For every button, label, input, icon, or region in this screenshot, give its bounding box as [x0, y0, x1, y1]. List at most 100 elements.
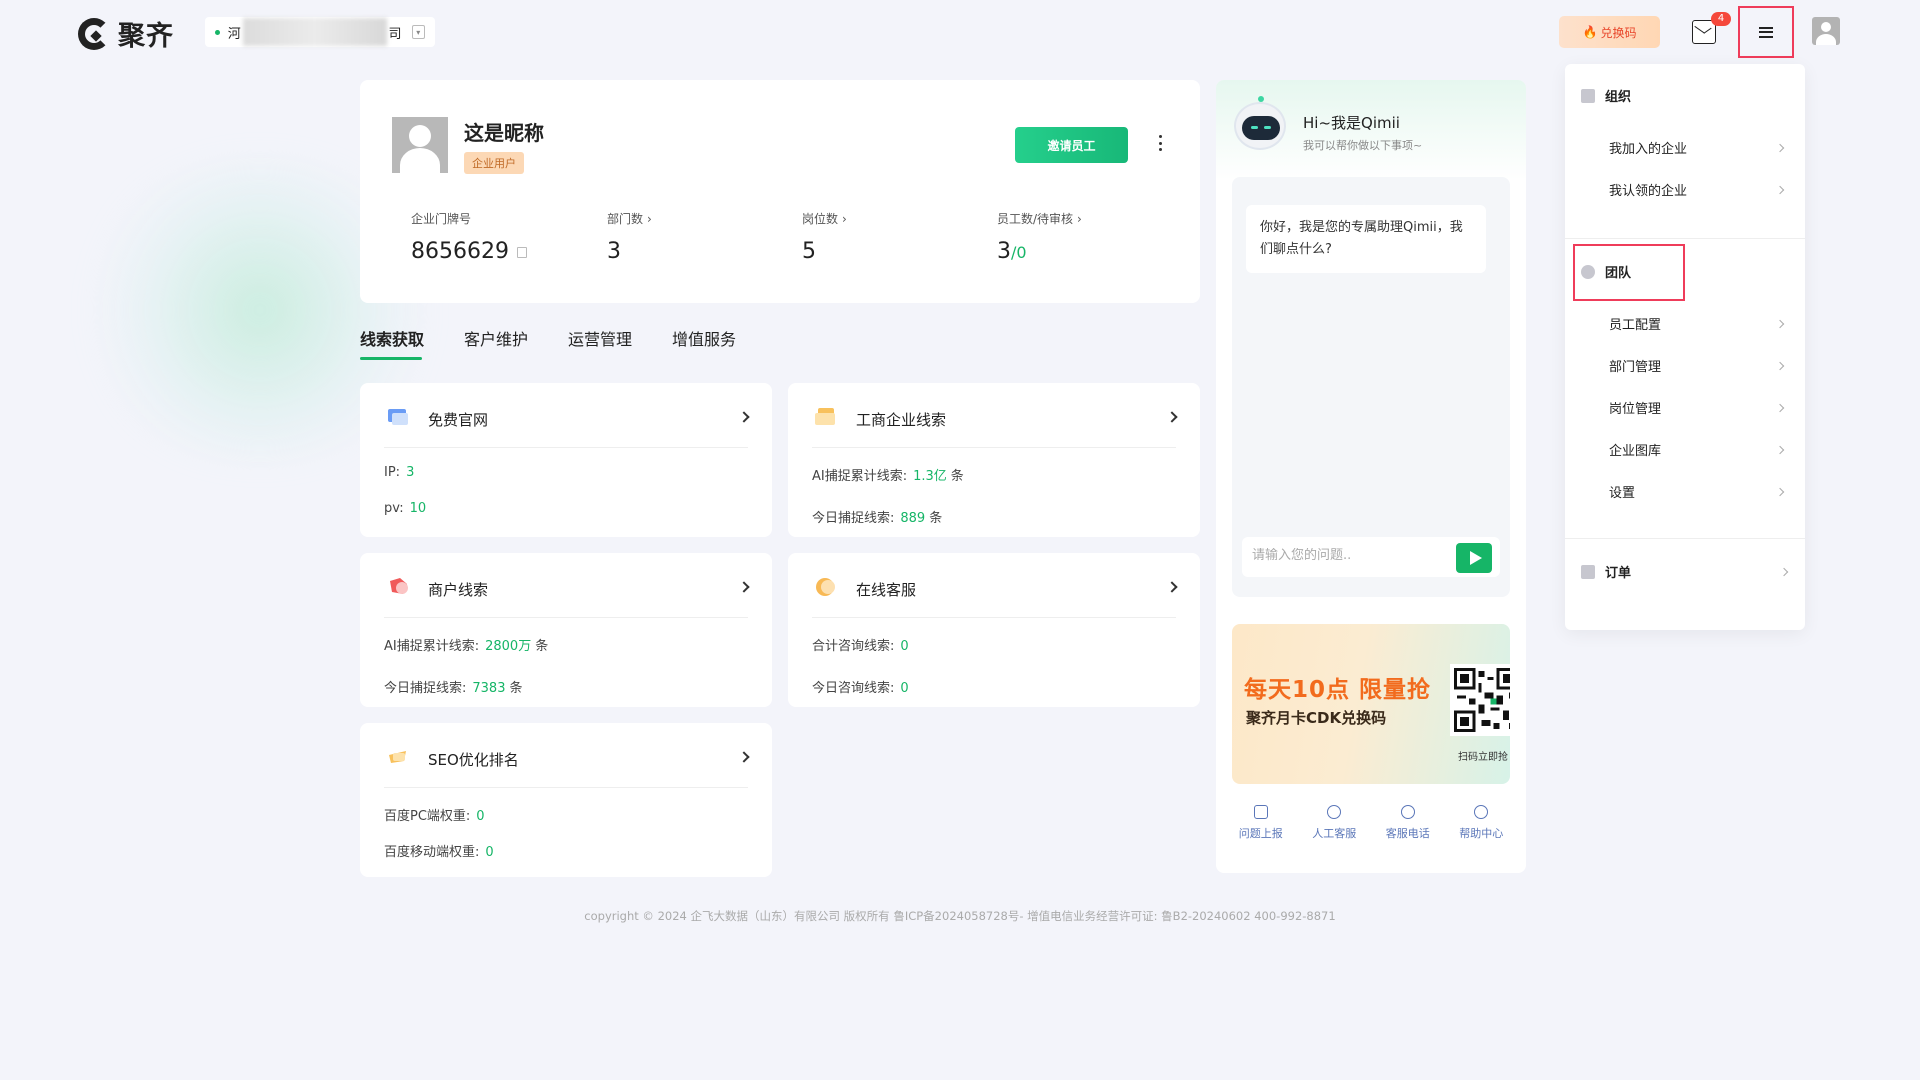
- chevron-right-icon: [738, 751, 750, 763]
- chevron-right-icon: [1775, 445, 1785, 454]
- chat-input[interactable]: [1252, 548, 1452, 563]
- flag-icon: [1581, 88, 1595, 103]
- help-links: 问题上报 人工客服 客服电话 帮助中心: [1216, 805, 1526, 841]
- feature-card-online-service[interactable]: 在线客服 合计咨询线索: 0 今日咨询线索: 0: [788, 553, 1200, 707]
- promo-banner[interactable]: 每天10点 限量抢 聚齐月卡CDK兑换码 扫码立即抢: [1232, 624, 1510, 784]
- website-icon: [386, 405, 410, 429]
- assistant-message: 你好，我是您的专属助理Qimii，我们聊点什么?: [1246, 205, 1486, 273]
- divider: [1565, 238, 1805, 239]
- feature-tabs: 线索获取 客户维护 运营管理 增值服务: [360, 326, 736, 360]
- feature-row: 百度移动端权重: 0: [384, 845, 494, 860]
- main-menu-dropdown: 组织 我加入的企业 我认领的企业 团队 员工配置 部门管理 岗位管理 企业图库 …: [1565, 64, 1805, 630]
- feature-card-seo[interactable]: SEO优化排名 百度PC端权重: 0 百度移动端权重: 0: [360, 723, 772, 877]
- user-avatar[interactable]: [1812, 17, 1840, 45]
- feature-title: 工商企业线索: [856, 411, 947, 429]
- tab-value-added[interactable]: 增值服务: [672, 326, 736, 360]
- menu-item-position[interactable]: 岗位管理: [1609, 398, 1785, 417]
- chevron-down-icon: ▾: [411, 25, 426, 39]
- more-options-icon[interactable]: [1155, 133, 1165, 153]
- feature-card-website[interactable]: 免费官网 IP: 3 pv: 10: [360, 383, 772, 537]
- feature-row: IP: 3: [384, 465, 415, 480]
- seo-icon: [386, 745, 410, 769]
- chevron-right-icon: [1166, 411, 1178, 423]
- phone-icon: [1400, 805, 1415, 819]
- headset-icon: [1327, 805, 1342, 819]
- chevron-right-icon: [738, 411, 750, 423]
- profile-tag: 企业用户: [464, 152, 524, 174]
- hamburger-icon: [1759, 26, 1773, 38]
- chevron-right-icon: [1779, 567, 1789, 576]
- send-button[interactable]: [1456, 543, 1492, 573]
- logo[interactable]: 聚齐: [78, 14, 174, 53]
- mail-badge: 4: [1711, 12, 1731, 26]
- menu-item-orders[interactable]: 订单: [1581, 562, 1789, 581]
- company-selector[interactable]: 河 司 ▾: [205, 17, 435, 47]
- feature-row: pv: 10: [384, 501, 427, 516]
- stat-departments[interactable]: 部门数 › 3: [607, 210, 652, 265]
- menu-item-joined-companies[interactable]: 我加入的企业: [1609, 138, 1785, 157]
- feature-title: SEO优化排名: [428, 751, 519, 769]
- divider: [384, 787, 748, 788]
- tab-operations[interactable]: 运营管理: [568, 326, 632, 360]
- menu-section-team: 团队: [1581, 262, 1631, 281]
- stat-value: 3: [607, 239, 621, 264]
- menu-item-claimed-companies[interactable]: 我认领的企业: [1609, 180, 1785, 199]
- profile-avatar[interactable]: [392, 117, 448, 173]
- divider: [384, 447, 748, 448]
- feature-row: AI捕捉累计线索: 2800万条: [384, 639, 549, 654]
- assistant-subtitle: 我可以帮你做以下事项~: [1303, 139, 1423, 152]
- copy-icon[interactable]: [516, 247, 527, 258]
- divider: [1565, 538, 1805, 539]
- chevron-right-icon: ›: [842, 211, 847, 226]
- feature-row: 今日捕捉线索: 889 条: [812, 511, 943, 526]
- stat-employees[interactable]: 员工数/待审核 › 3/0: [997, 210, 1082, 265]
- feature-title: 免费官网: [428, 411, 489, 429]
- stat-house-number: 企业门牌号 8656629: [411, 210, 527, 264]
- menu-item-department[interactable]: 部门管理: [1609, 356, 1785, 375]
- menu-section-organization: 组织: [1581, 86, 1631, 105]
- feature-card-business-leads[interactable]: 工商企业线索 AI捕捉累计线索: 1.3亿条 今日捕捉线索: 889 条: [788, 383, 1200, 537]
- status-dot: [215, 29, 220, 35]
- stat-label: 员工数/待审核: [997, 212, 1074, 226]
- tab-lead-acquisition[interactable]: 线索获取: [360, 326, 424, 360]
- chevron-right-icon: [1775, 361, 1785, 370]
- folder-icon: [814, 405, 838, 429]
- redeem-code-button[interactable]: 🔥 兑换码: [1559, 16, 1660, 48]
- chevron-right-icon: [1775, 403, 1785, 412]
- feature-row: 今日咨询线索: 0: [812, 681, 909, 696]
- menu-button[interactable]: [1738, 6, 1794, 58]
- stat-positions[interactable]: 岗位数 › 5: [802, 210, 847, 265]
- chat-bubble-icon: [814, 575, 838, 599]
- assistant-title: Hi~我是Qimii: [1303, 114, 1400, 132]
- redeem-label: 兑换码: [1600, 25, 1637, 40]
- chevron-right-icon: [738, 581, 750, 593]
- company-name-redacted: [242, 18, 387, 46]
- divider: [384, 617, 748, 618]
- chevron-right-icon: [1775, 143, 1785, 152]
- promo-scan-label: 扫码立即抢: [1458, 752, 1508, 763]
- tab-customer-maintenance[interactable]: 客户维护: [464, 326, 528, 360]
- service-phone-link[interactable]: 客服电话: [1386, 805, 1430, 841]
- company-name-prefix: 河: [227, 26, 241, 42]
- feature-card-merchant-leads[interactable]: 商户线索 AI捕捉累计线索: 2800万条 今日捕捉线索: 7383 条: [360, 553, 772, 707]
- fire-icon: 🔥: [1582, 25, 1598, 39]
- divider: [812, 447, 1176, 448]
- stat-label: 岗位数: [802, 212, 839, 226]
- help-center-link[interactable]: 帮助中心: [1459, 805, 1503, 841]
- invite-employee-button[interactable]: 邀请员工: [1015, 127, 1128, 163]
- profile-card: 这是昵称 企业用户 邀请员工 企业门牌号 8656629 部门数 › 3 岗位数 ›…: [360, 80, 1200, 303]
- report-issue-link[interactable]: 问题上报: [1239, 805, 1283, 841]
- stat-value: 8656629: [411, 239, 509, 264]
- chevron-right-icon: [1775, 185, 1785, 194]
- assistant-panel: Hi~我是Qimii 我可以帮你做以下事项~ 你好，我是您的专属助理Qimii，…: [1216, 80, 1526, 873]
- chat-area: 你好，我是您的专属助理Qimii，我们聊点什么?: [1232, 177, 1510, 597]
- feature-row: 百度PC端权重: 0: [384, 809, 485, 824]
- menu-item-gallery[interactable]: 企业图库: [1609, 440, 1785, 459]
- qr-code-icon: [1450, 664, 1510, 736]
- human-service-link[interactable]: 人工客服: [1312, 805, 1356, 841]
- question-icon: [1474, 805, 1489, 819]
- menu-item-staff-config[interactable]: 员工配置: [1609, 314, 1785, 333]
- divider: [812, 617, 1176, 618]
- stat-value: 5: [802, 239, 816, 264]
- menu-item-settings[interactable]: 设置: [1609, 482, 1785, 501]
